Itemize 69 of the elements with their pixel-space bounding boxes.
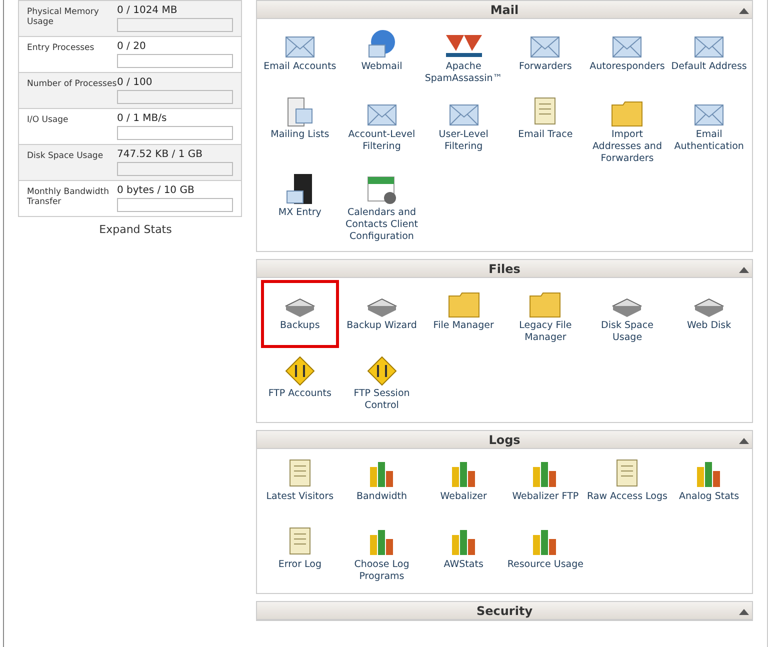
- feature-link[interactable]: User-Level Filtering: [422, 91, 504, 165]
- feature-link[interactable]: Webmail: [340, 23, 423, 87]
- stat-value: 0 / 1024 MB: [117, 5, 178, 16]
- stat-label: Monthly Bandwidth Transfer: [27, 186, 110, 207]
- envelope-icon: [694, 103, 724, 127]
- feature-link[interactable]: FTP Session Control: [340, 350, 423, 414]
- envelope-icon: [366, 103, 397, 127]
- stat-label: Disk Space Usage: [27, 150, 104, 161]
- feature-link[interactable]: Web Disk: [668, 282, 750, 346]
- envelope-icon: [284, 35, 315, 59]
- stat-label: Number of Processes: [27, 78, 117, 89]
- stat-value: 0 / 100: [117, 77, 154, 88]
- stat-label: Physical Memory Usage: [27, 6, 100, 27]
- feature-link[interactable]: Choose Log Programs: [340, 521, 423, 585]
- feature-link[interactable]: Latest Visitors: [259, 453, 341, 517]
- feature-link[interactable]: Apache SpamAssassin™: [422, 23, 504, 87]
- list-icon: [286, 97, 314, 127]
- feature-link[interactable]: AWStats: [422, 521, 504, 585]
- feature-link[interactable]: Forwarders: [504, 23, 586, 87]
- folder-icon: [529, 290, 562, 318]
- feature-link[interactable]: Resource Usage: [504, 521, 586, 585]
- disk-drive-icon: [693, 296, 726, 318]
- warning-icon: [284, 356, 315, 386]
- feature-link[interactable]: Backup Wizard: [340, 282, 423, 346]
- envelope-icon: [694, 35, 724, 59]
- envelope-icon: [448, 103, 479, 127]
- feature-link[interactable]: MX Entry: [259, 169, 341, 243]
- folder-icon: [611, 99, 644, 127]
- feature-link[interactable]: Error Log: [259, 521, 341, 585]
- feature-link[interactable]: File Manager: [422, 282, 504, 346]
- expand-stats-link[interactable]: Expand Stats: [18, 223, 253, 236]
- stat-label: Entry Processes: [27, 42, 96, 53]
- feature-link[interactable]: Email Trace: [504, 91, 586, 165]
- disk-drive-icon: [284, 296, 316, 318]
- feature-link[interactable]: Default Address: [668, 23, 750, 87]
- section-title: Logs: [488, 432, 520, 446]
- calendar-icon: [366, 175, 397, 205]
- envelope-icon: [612, 35, 642, 59]
- feature-link[interactable]: Disk Space Usage: [586, 282, 668, 346]
- stat-label: I/O Usage: [27, 114, 70, 125]
- section-title: Files: [488, 262, 520, 276]
- feature-link[interactable]: Email Authentication: [668, 91, 750, 165]
- feature-link[interactable]: FTP Accounts: [259, 350, 341, 414]
- feature-link[interactable]: Import Addresses and Forwarders: [586, 91, 668, 165]
- section-title: Security: [476, 604, 533, 618]
- disk-drive-icon: [366, 296, 398, 318]
- stat-value: 0 / 20: [117, 41, 147, 52]
- stat-value: 0 / 1 MB/s: [117, 113, 168, 124]
- feature-link[interactable]: Mailing Lists: [259, 91, 341, 165]
- feature-link[interactable]: Email Accounts: [259, 23, 341, 87]
- feature-link[interactable]: Calendars and Contacts Client Configuration: [340, 169, 423, 243]
- warning-icon: [366, 356, 397, 386]
- server-icon: [286, 173, 314, 205]
- feature-link[interactable]: Webalizer: [422, 453, 504, 517]
- globe-icon: [366, 29, 397, 59]
- feature-link[interactable]: Bandwidth: [340, 453, 423, 517]
- disk-drive-icon: [611, 296, 644, 318]
- feature-link[interactable]: Autoresponders: [586, 23, 668, 87]
- feature-link[interactable]: Legacy File Manager: [504, 282, 586, 346]
- envelope-icon: [530, 35, 560, 59]
- folder-icon: [448, 290, 480, 318]
- feature-link[interactable]: Webalizer FTP: [504, 453, 586, 517]
- feature-link[interactable]: Account-Level Filtering: [340, 91, 423, 165]
- stat-value: 0 bytes / 10 GB: [117, 185, 196, 196]
- section-title: Mail: [490, 2, 519, 16]
- stat-value: 747.52 KB / 1 GB: [117, 149, 204, 160]
- feature-link[interactable]: Raw Access Logs: [586, 453, 668, 517]
- feature-link[interactable]: Analog Stats: [668, 453, 750, 517]
- feature-link[interactable]: Backups: [263, 282, 337, 346]
